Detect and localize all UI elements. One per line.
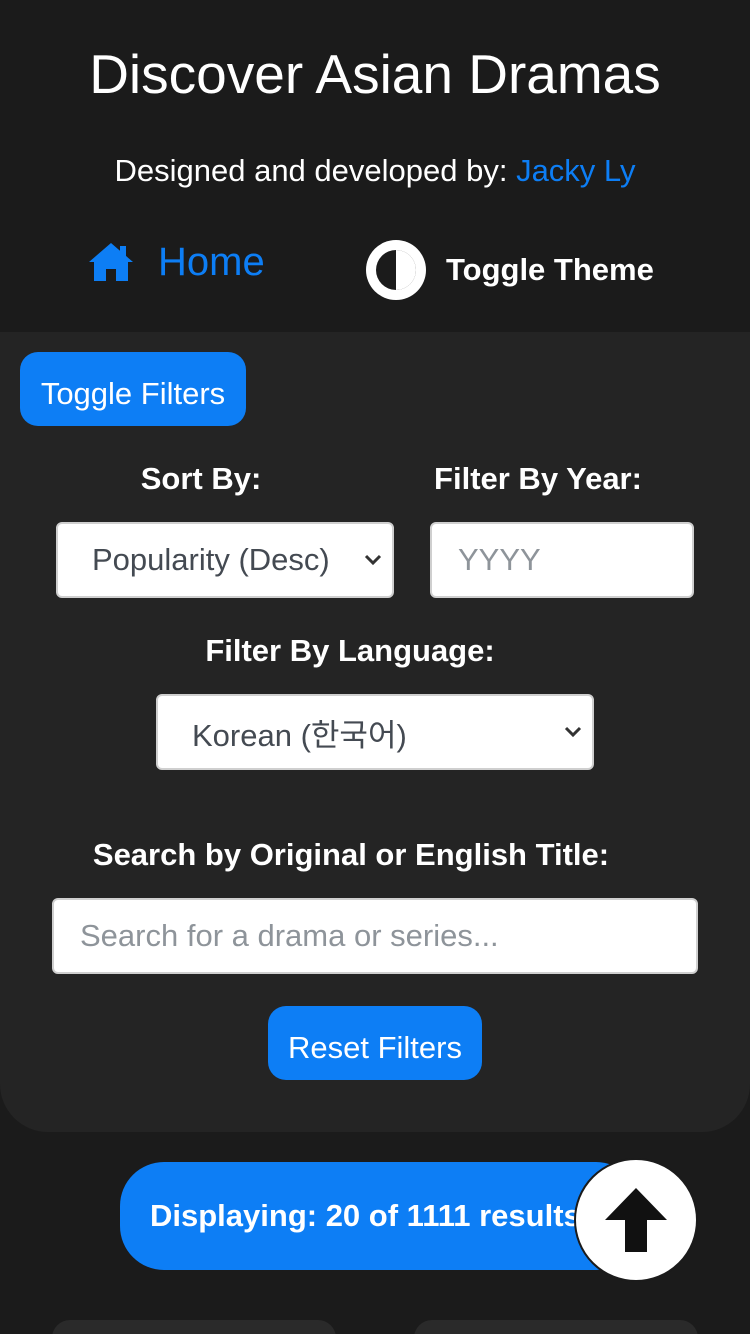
- arrow-up-icon: [605, 1188, 667, 1252]
- language-value: Korean (한국어): [192, 717, 407, 753]
- toggle-filters-button[interactable]: Toggle Filters: [20, 352, 246, 426]
- results-count-text: Displaying: 20 of 1111 results: [150, 1198, 581, 1233]
- filters-panel: Toggle Filters Sort By: Filter By Year: …: [0, 332, 750, 1132]
- language-select[interactable]: Korean (한국어): [156, 694, 594, 770]
- search-field[interactable]: [52, 898, 698, 974]
- year-input-field[interactable]: [430, 522, 694, 598]
- chevron-down-icon: [564, 726, 582, 738]
- search-input[interactable]: [80, 900, 696, 972]
- sort-by-label: Sort By:: [140, 461, 262, 496]
- reset-filters-button[interactable]: Reset Filters: [268, 1006, 482, 1080]
- chevron-down-icon: [364, 554, 382, 566]
- credit-prefix: Designed and developed by:: [114, 153, 517, 188]
- credit-line: Designed and developed by: Jacky Ly: [0, 152, 750, 190]
- sort-by-select[interactable]: Popularity (Desc): [56, 522, 394, 598]
- filter-language-label: Filter By Language:: [205, 633, 495, 668]
- drama-card[interactable]: [52, 1320, 336, 1334]
- scroll-to-top-button[interactable]: [574, 1158, 698, 1282]
- home-link[interactable]: Home: [88, 236, 265, 288]
- page: Discover Asian Dramas Designed and devel…: [0, 0, 750, 1334]
- half-circle-contrast-icon: [364, 238, 428, 302]
- drama-card[interactable]: [414, 1320, 698, 1334]
- results-count-badge: Displaying: 20 of 1111 results: [120, 1162, 640, 1270]
- home-icon: [88, 242, 134, 282]
- filter-year-label: Filter By Year:: [434, 461, 642, 496]
- search-label: Search by Original or English Title:: [92, 837, 610, 872]
- page-title: Discover Asian Dramas: [89, 43, 661, 105]
- author-link[interactable]: Jacky Ly: [516, 153, 635, 188]
- home-label: Home: [158, 239, 265, 284]
- toggle-theme-label: Toggle Theme: [446, 252, 654, 287]
- toggle-theme-button[interactable]: Toggle Theme: [364, 238, 654, 302]
- year-input[interactable]: [458, 524, 692, 596]
- sort-by-value: Popularity (Desc): [92, 542, 330, 577]
